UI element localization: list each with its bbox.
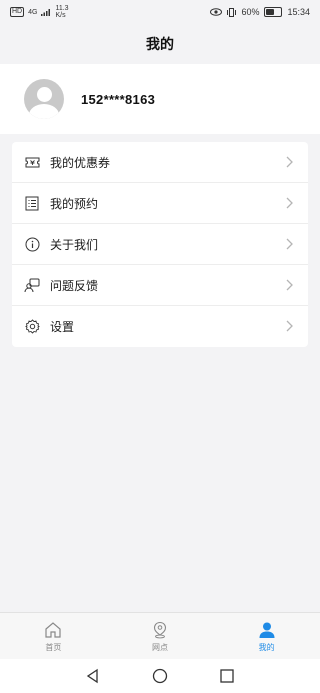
battery-level <box>266 9 275 15</box>
status-bar: HD 4G 11.3 K/s 60% 15:34 <box>0 0 320 24</box>
menu-label-appointments: 我的预约 <box>50 196 99 211</box>
signal-icon <box>41 9 51 16</box>
avatar-head <box>36 87 52 102</box>
speed-unit: K/s <box>55 12 66 19</box>
menu-item-about[interactable]: 关于我们 <box>12 224 308 265</box>
bottom-tabbar: 首页 网点 我的 <box>0 612 320 660</box>
tab-outlets-label: 网点 <box>152 642 168 652</box>
tab-outlets[interactable]: 网点 <box>107 613 214 660</box>
tab-home[interactable]: 首页 <box>0 613 107 660</box>
home-icon <box>45 621 61 638</box>
menu-label-feedback: 问题反馈 <box>50 278 99 293</box>
tab-mine-label: 我的 <box>258 642 275 652</box>
info-icon <box>24 236 40 252</box>
tab-home-label: 首页 <box>45 642 62 652</box>
chevron-right-icon <box>286 320 293 332</box>
menu-list: 我的优惠券 我的预约 关于我们 问题反馈 设置 <box>12 142 308 347</box>
clock: 15:34 <box>287 7 310 17</box>
coupon-icon <box>24 154 40 170</box>
menu-item-settings[interactable]: 设置 <box>12 306 308 347</box>
page-title: 我的 <box>0 24 320 64</box>
menu-item-appointments[interactable]: 我的预约 <box>12 183 308 224</box>
back-icon[interactable] <box>85 668 101 684</box>
menu-label-settings: 设置 <box>50 320 75 334</box>
avatar[interactable] <box>24 79 64 119</box>
vibrate-icon <box>227 7 237 17</box>
home-button-icon[interactable] <box>152 668 168 684</box>
chevron-right-icon <box>286 197 293 209</box>
speed-value: 11.3 <box>55 5 69 12</box>
chevron-right-icon <box>286 156 293 168</box>
chevron-right-icon <box>286 279 293 291</box>
menu-item-feedback[interactable]: 问题反馈 <box>12 265 308 306</box>
location-icon <box>153 621 167 638</box>
recents-icon[interactable] <box>219 668 235 684</box>
avatar-shoulders <box>29 104 59 119</box>
battery-icon <box>264 7 283 17</box>
menu-item-coupons[interactable]: 我的优惠券 <box>12 142 308 183</box>
eye-icon <box>210 8 223 16</box>
menu-label-coupons: 我的优惠券 <box>50 155 111 170</box>
list-icon <box>24 195 40 211</box>
battery-percent: 60% <box>241 7 260 17</box>
gear-icon <box>24 319 40 335</box>
menu-label-about: 关于我们 <box>50 237 99 252</box>
feedback-icon <box>24 277 40 293</box>
phone-number: 152****8163 <box>81 91 156 107</box>
tab-mine[interactable]: 我的 <box>213 613 320 660</box>
chevron-right-icon <box>286 238 293 250</box>
signal-indicator: 4G <box>28 8 38 16</box>
person-icon <box>259 622 275 638</box>
profile-card[interactable]: 152****8163 <box>0 64 320 134</box>
hd-badge: HD <box>10 7 25 17</box>
system-nav-bar <box>0 659 320 693</box>
network-speed: 11.3 K/s <box>55 5 68 19</box>
